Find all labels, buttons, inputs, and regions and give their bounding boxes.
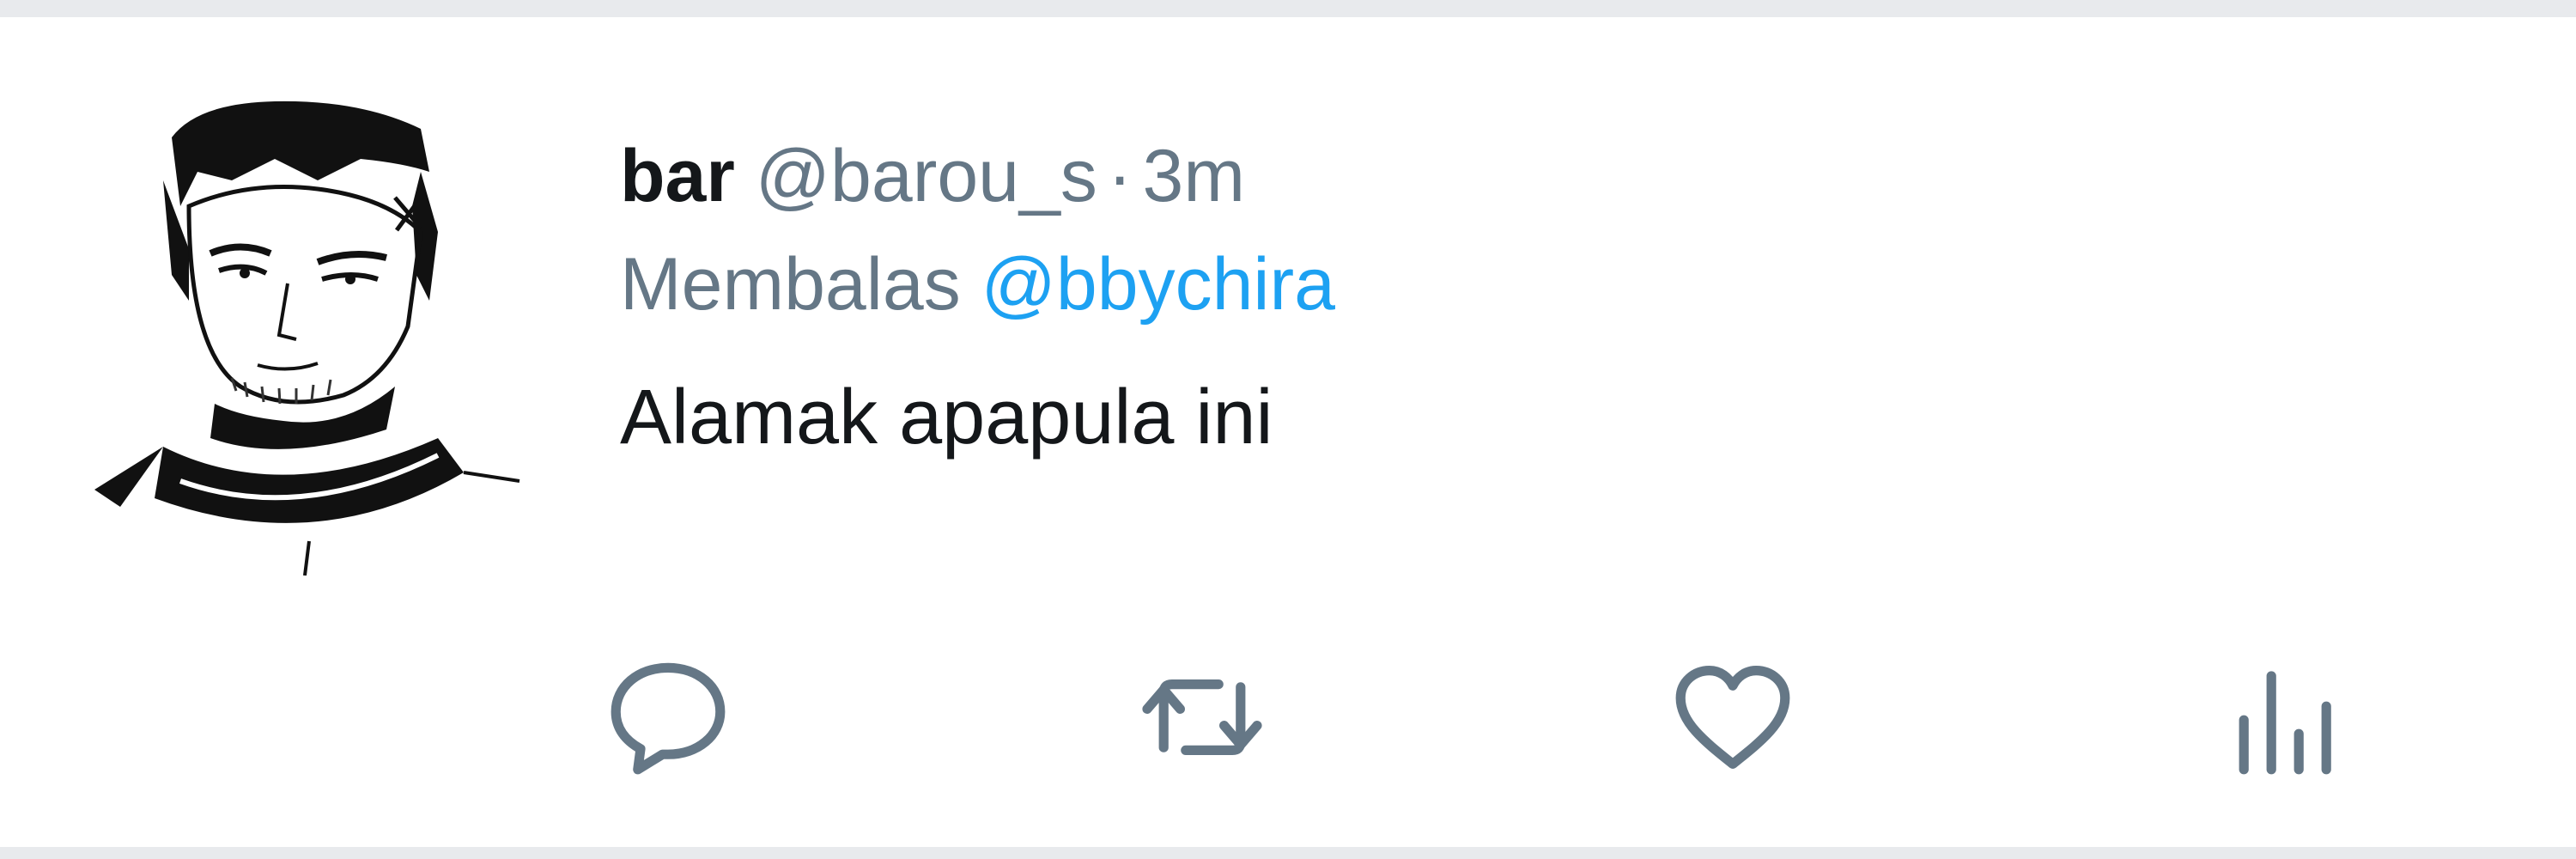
tweet-actions: [611, 653, 2509, 782]
bottom-divider: [0, 847, 2576, 859]
reply-mention-link[interactable]: @bbychira: [981, 243, 1335, 326]
reply-prefix: Membalas: [620, 243, 961, 326]
top-divider: [0, 0, 2576, 17]
avatar[interactable]: [60, 77, 524, 576]
heart-icon: [1675, 666, 1790, 769]
retweet-button[interactable]: [1125, 653, 1279, 782]
retweet-icon: [1142, 679, 1262, 755]
user-handle[interactable]: @barou_s: [756, 135, 1097, 217]
like-button[interactable]: [1656, 653, 1810, 782]
tweet-text: Alamak apapula ini: [620, 375, 1273, 460]
tweet-content: bar @barou_s · 3m Membalas @bbychira Alama…: [620, 129, 2509, 469]
tweet-card[interactable]: bar @barou_s · 3m Membalas @bbychira Alama…: [0, 17, 2576, 847]
separator-dot: ·: [1107, 135, 1133, 217]
tweet-header: bar @barou_s · 3m: [620, 129, 2509, 223]
analytics-icon: [2239, 671, 2331, 775]
tweet-screen: bar @barou_s · 3m Membalas @bbychira Alama…: [0, 0, 2576, 859]
reply-context: Membalas @bbychira: [620, 237, 2509, 332]
reply-icon: [611, 662, 726, 775]
tweet-timestamp[interactable]: 3m: [1142, 135, 1244, 217]
analytics-button[interactable]: [2205, 653, 2360, 782]
avatar-illustration: [60, 77, 524, 576]
reply-button[interactable]: [591, 653, 745, 782]
display-name[interactable]: bar: [620, 135, 735, 217]
